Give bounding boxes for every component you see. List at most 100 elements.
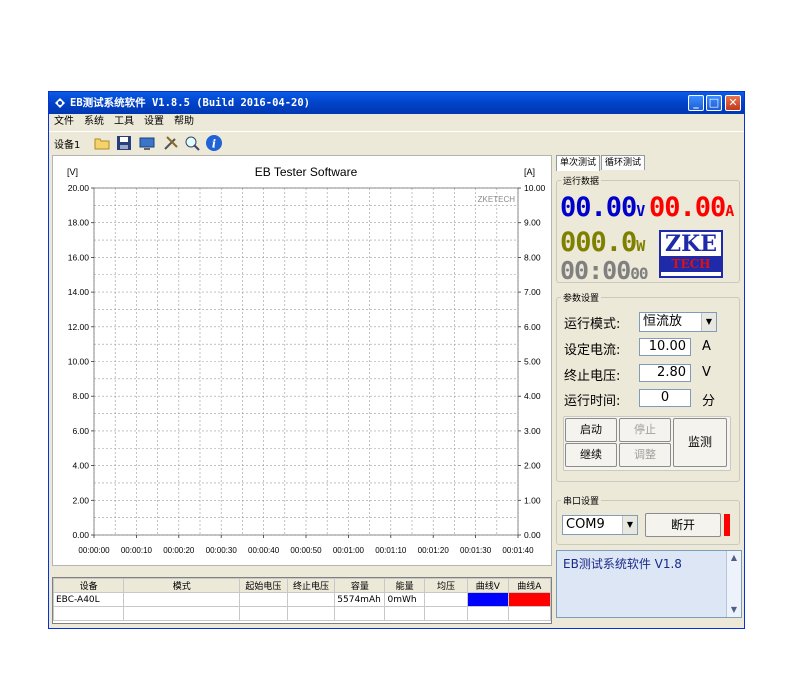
column-header: 容量 [334, 578, 386, 593]
title-bar: EB测试系统软件 V1.8.5 (Build 2016-04-20) _ □ ✕ [49, 92, 744, 114]
time-display: 00:0000 [560, 256, 649, 285]
scroll-up-icon[interactable]: ▲ [727, 551, 741, 565]
zke-tech-logo: ZKE TECH [659, 230, 723, 278]
search-icon[interactable] [183, 134, 201, 152]
adjust-button[interactable]: 调整 [619, 443, 671, 467]
current-unit: A [725, 202, 735, 220]
y-tick-label-left: 16.00 [68, 252, 90, 262]
tab-cycle-test[interactable]: 循环测试 [601, 155, 645, 170]
column-header: 能量 [384, 578, 425, 593]
time-hm-value: 00:00 [560, 256, 631, 285]
chart: EB Tester Software [V] [A] 20.00 18.00 16.00 1… [67, 165, 546, 555]
chevron-down-icon[interactable]: ▼ [701, 313, 716, 331]
table-row[interactable]: EBC-A40L 5574mAh 0mWh [52, 592, 552, 607]
maximize-button[interactable]: □ [706, 95, 722, 111]
menu-tools[interactable]: 工具 [109, 114, 139, 130]
params-title: 参数设置 [561, 291, 602, 304]
x-tick-label: 00:01:10 [375, 546, 407, 555]
table-cell [123, 592, 241, 607]
save-icon[interactable] [115, 134, 133, 152]
power-unit: W [636, 237, 646, 255]
y-tick-label-left: 0.00 [72, 530, 89, 540]
scroll-down-icon[interactable]: ▼ [727, 603, 741, 617]
tools-icon[interactable] [162, 134, 180, 152]
monitor-icon[interactable] [138, 134, 156, 152]
y-tick-label-right: 8.00 [524, 252, 541, 262]
run-time-input[interactable]: 0 [639, 389, 691, 407]
run-data-title: 运行数据 [561, 174, 602, 187]
serial-port-select[interactable]: COM9 ▼ [562, 515, 638, 535]
menu-file[interactable]: 文件 [49, 114, 79, 130]
app-icon [55, 98, 65, 108]
table-cell: EBC-A40L [52, 592, 125, 607]
serial-title: 串口设置 [561, 494, 602, 507]
x-tick-label: 00:01:40 [502, 546, 534, 555]
menu-settings[interactable]: 设置 [139, 114, 169, 130]
table-cell [239, 606, 288, 621]
set-current-input[interactable]: 10.00 [639, 338, 691, 356]
set-current-label: 设定电流: [564, 343, 621, 358]
serial-port-value: COM9 [566, 517, 605, 532]
power-display: 000.0W [560, 227, 645, 258]
info-text: EB测试系统软件 V1.8 [563, 557, 682, 571]
y-tick-label-right: 4.00 [524, 391, 541, 401]
start-button[interactable]: 启动 [565, 418, 617, 442]
folder-icon[interactable] [93, 134, 111, 152]
close-button[interactable]: ✕ [725, 95, 741, 111]
y-tick-label-right: 1.00 [524, 495, 541, 505]
y-tick-label-left: 14.00 [68, 287, 90, 297]
column-header: 均压 [423, 578, 469, 593]
disconnect-button[interactable]: 断开 [645, 513, 721, 537]
table-row[interactable] [52, 606, 552, 621]
monitor-button[interactable]: 监测 [673, 418, 727, 467]
right-axis-unit: [A] [524, 167, 535, 177]
left-axis-unit: [V] [67, 167, 78, 177]
table-cell [334, 606, 386, 621]
device-data-table: 设备 模式 起始电压 终止电压 容量 能量 均压 曲线V 曲线A EBC-A40L 5574mAh… [52, 578, 552, 621]
minimize-button[interactable]: _ [688, 95, 704, 111]
plot-panel: EB Tester Software [V] [A] 20.00 18.00 16.00 1… [52, 155, 552, 566]
logo-top-text: ZKE [665, 231, 717, 257]
y-tick-label-right: 9.00 [524, 218, 541, 228]
table-cell [423, 592, 469, 607]
time-sec-value: 00 [630, 264, 648, 283]
column-header: 模式 [123, 578, 241, 593]
table-cell [239, 592, 288, 607]
mode-label: 运行模式: [564, 317, 621, 332]
table-cell [423, 606, 469, 621]
table-cell [507, 592, 552, 607]
info-scrollbar[interactable]: ▲ ▼ [726, 551, 741, 617]
y-tick-label-right: 2.00 [524, 461, 541, 471]
y-tick-label-right: 10.00 [524, 183, 546, 193]
column-header: 曲线V [467, 578, 509, 593]
cutoff-voltage-unit: V [702, 365, 711, 380]
x-tick-label: 00:01:20 [418, 546, 450, 555]
y-tick-label-left: 18.00 [68, 218, 90, 228]
y-tick-label-right: 6.00 [524, 322, 541, 332]
x-tick-label: 00:00:40 [248, 546, 280, 555]
table-cell [507, 606, 552, 621]
tab-single-test[interactable]: 单次测试 [556, 155, 600, 171]
chevron-down-icon[interactable]: ▼ [622, 516, 637, 534]
x-tick-label: 00:01:30 [460, 546, 492, 555]
x-tick-label: 00:01:00 [333, 546, 365, 555]
y-tick-label-left: 20.00 [68, 183, 90, 193]
table-cell [384, 606, 425, 621]
menu-bar: 文件 系统 工具 设置 帮助 [49, 114, 744, 130]
column-header: 设备 [52, 578, 125, 593]
menu-system[interactable]: 系统 [79, 114, 109, 130]
mode-select[interactable]: 恒流放 ▼ [639, 312, 717, 332]
x-tick-label: 00:00:20 [163, 546, 195, 555]
device-table: 设备 模式 起始电压 终止电压 容量 能量 均压 曲线V 曲线A EBC-A40L 5574mAh… [52, 577, 552, 624]
run-data-group: 运行数据 00.00V 00.00 A 000.0W 00:0000 ZKE TE… [556, 174, 740, 285]
menu-help[interactable]: 帮助 [169, 114, 199, 130]
table-cell [286, 606, 336, 621]
cutoff-voltage-input[interactable]: 2.80 [639, 364, 691, 382]
voltage-value: 00.00 [560, 192, 637, 223]
y-tick-label-right: 0.00 [524, 530, 541, 540]
voltage-display: 00.00V [560, 192, 645, 223]
x-tick-label: 00:00:30 [206, 546, 238, 555]
info-icon[interactable]: i [205, 134, 223, 152]
continue-button[interactable]: 继续 [565, 443, 617, 467]
stop-button[interactable]: 停止 [619, 418, 671, 442]
